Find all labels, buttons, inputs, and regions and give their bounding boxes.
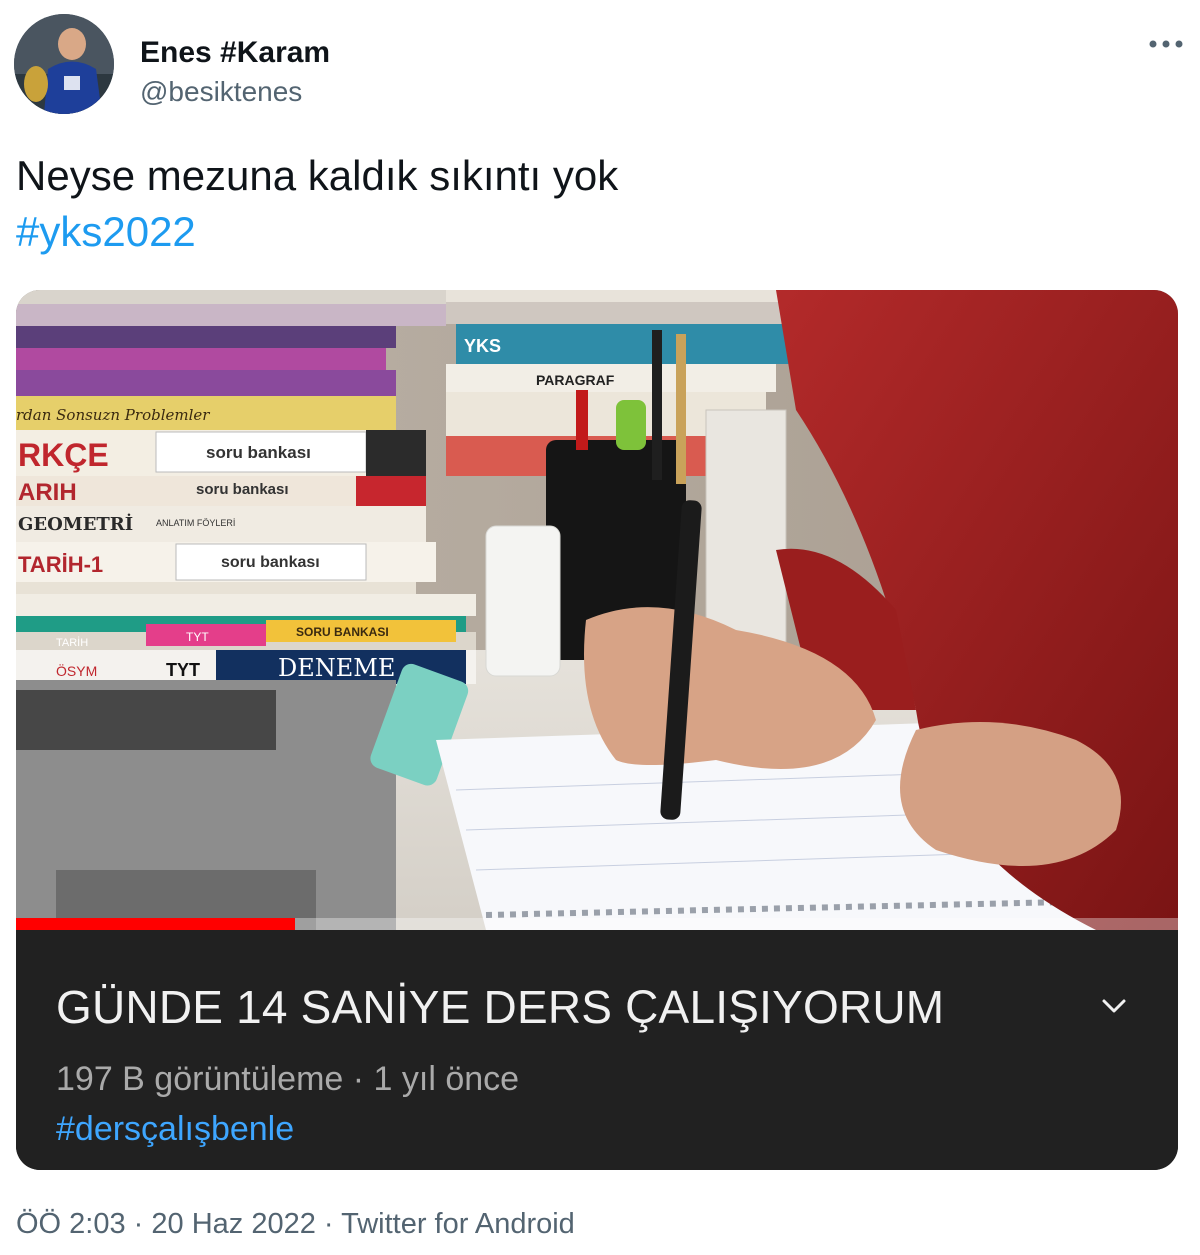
- youtube-video-card[interactable]: rdan Sonsuzn Problemler RKÇE soru bankas…: [16, 290, 1178, 1170]
- book-label: soru bankası: [206, 443, 311, 462]
- book-label: soru bankası: [221, 554, 320, 571]
- book-label: RKÇE: [18, 437, 109, 473]
- book-label: ARIH: [18, 479, 77, 506]
- author-handle[interactable]: @besiktenes: [140, 76, 302, 108]
- video-info-panel: GÜNDE 14 SANİYE DERS ÇALIŞIYORUM 197 B g…: [16, 930, 1178, 1170]
- video-progress-bar[interactable]: [16, 918, 1178, 930]
- video-thumbnail[interactable]: rdan Sonsuzn Problemler RKÇE soru bankas…: [16, 290, 1178, 930]
- video-hashtag-link[interactable]: #dersçalışbenle: [56, 1110, 294, 1149]
- tweet-footer: ÖÖ 2:03 · 20 Haz 2022 · Twitter for Andr…: [16, 1208, 575, 1240]
- tweet-body: Neyse mezuna kaldık sıkıntı yok: [16, 152, 619, 199]
- book-label: ANLATIM FÖYLERİ: [156, 518, 235, 528]
- book-label: DENEME: [278, 654, 395, 682]
- tweet-text: Neyse mezuna kaldık sıkıntı yok #yks2022: [16, 148, 618, 260]
- video-title[interactable]: GÜNDE 14 SANİYE DERS ÇALIŞIYORUM: [56, 980, 944, 1034]
- more-horizontal-icon[interactable]: [1146, 24, 1186, 64]
- book-label: PARAGRAF: [536, 372, 615, 388]
- book-label: GEOMETRİ: [18, 512, 133, 535]
- book-label: TYT: [186, 630, 209, 644]
- book-label: soru bankası: [196, 481, 289, 498]
- tweet-header: Enes #Karam @besiktenes: [14, 14, 1186, 114]
- book-label: TYT: [166, 660, 200, 680]
- video-progress-fill: [16, 918, 295, 930]
- book-label: TARİH-1: [18, 552, 103, 577]
- book-label: TARİH: [56, 636, 88, 649]
- book-label: ÖSYM: [56, 662, 97, 679]
- tweet-hashtag-link[interactable]: #yks2022: [16, 204, 618, 260]
- video-meta: 197 B görüntüleme · 1 yıl önce: [56, 1060, 520, 1098]
- book-label: YKS: [464, 336, 501, 356]
- author-name[interactable]: Enes #Karam: [140, 36, 330, 70]
- avatar[interactable]: [14, 14, 114, 114]
- chevron-down-icon[interactable]: [1096, 988, 1132, 1024]
- book-label: SORU BANKASI: [296, 625, 389, 639]
- avatar-photo: [14, 14, 114, 114]
- book-label: rdan Sonsuzn Problemler: [16, 406, 210, 424]
